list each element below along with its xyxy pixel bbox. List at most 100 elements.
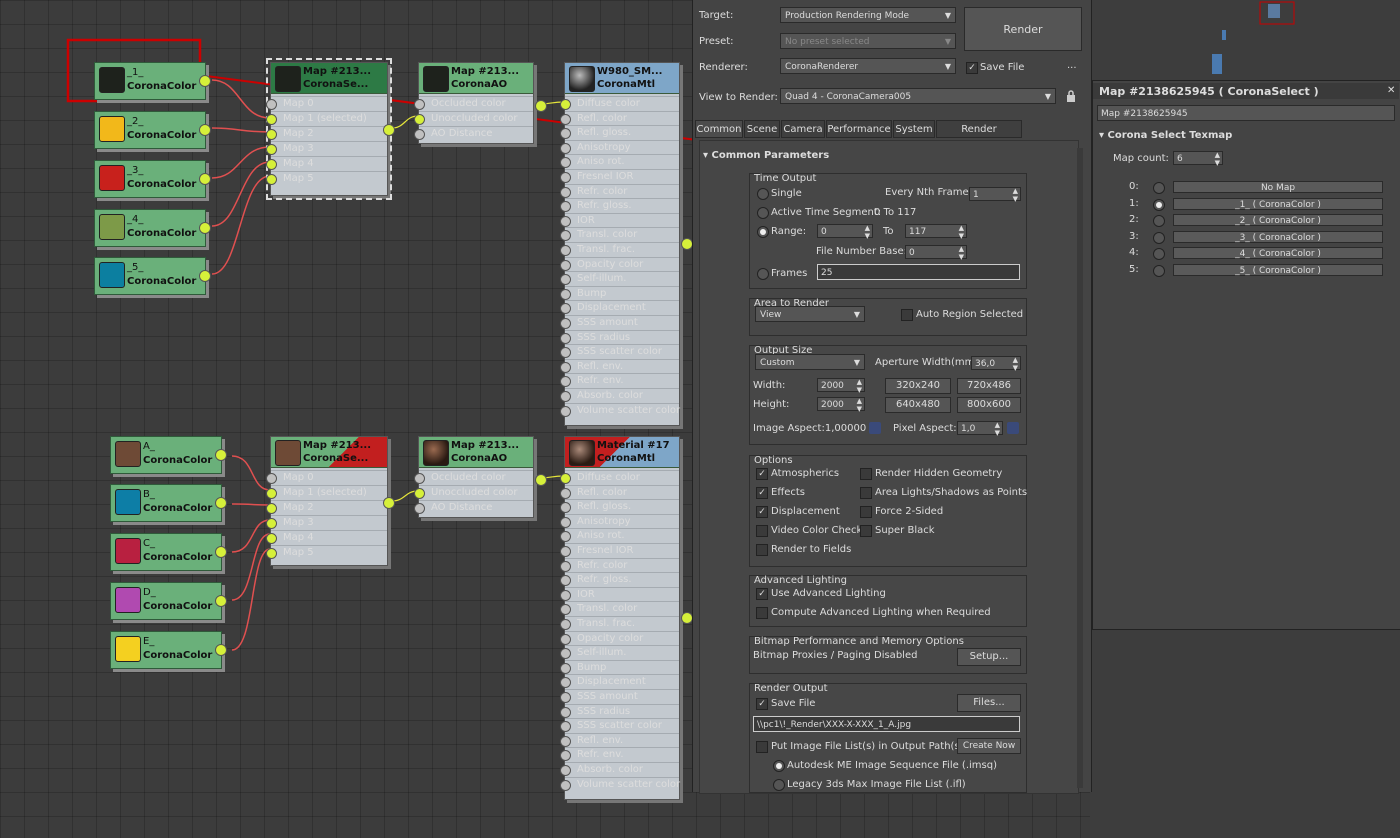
material-slot[interactable]: Absorb. color <box>560 762 679 777</box>
frames-radio[interactable] <box>757 268 769 280</box>
output-socket[interactable] <box>199 222 211 234</box>
input-socket[interactable] <box>560 779 571 791</box>
map-slot-button[interactable]: No Map <box>1173 181 1383 193</box>
slot-radio[interactable] <box>1153 264 1165 277</box>
material-slot[interactable]: SSS scatter color <box>560 718 679 733</box>
material-slot[interactable]: Displacement <box>560 300 679 315</box>
input-socket[interactable] <box>560 288 571 300</box>
material-slot[interactable]: Displacement <box>560 674 679 689</box>
map-slot[interactable]: Map 2 <box>266 500 387 515</box>
close-icon[interactable]: ✕ <box>1387 85 1395 96</box>
input-socket[interactable] <box>560 633 571 645</box>
every-nth-spinner[interactable]: 1 ▲ ▼ <box>969 187 1021 203</box>
output-socket[interactable] <box>199 124 211 136</box>
output-path-input[interactable]: \\pc1\!_Render\XXX-X-XXX_1_A.jpg <box>753 716 1020 732</box>
preset-800x600-button[interactable]: 800x600 <box>957 397 1021 413</box>
map-slot[interactable]: Map 3 <box>266 515 387 530</box>
tab-camera[interactable]: Camera <box>781 120 825 138</box>
input-socket[interactable] <box>560 201 571 213</box>
material-slot[interactable]: Bump <box>560 285 679 301</box>
map-slot-button[interactable]: _1_ ( CoronaColor ) <box>1173 197 1383 210</box>
map-slot-button[interactable]: _2_ ( CoronaColor ) <box>1173 214 1383 226</box>
renderer-dropdown[interactable]: CoronaRenderer ▼ <box>780 58 956 74</box>
input-socket[interactable] <box>560 172 571 183</box>
input-socket[interactable] <box>560 604 571 616</box>
slot-radio[interactable] <box>1153 182 1165 194</box>
output-socket[interactable] <box>215 595 227 607</box>
material-slot[interactable]: Refl. env. <box>560 732 679 748</box>
input-socket[interactable] <box>560 516 571 528</box>
single-radio[interactable] <box>757 188 769 200</box>
input-socket[interactable] <box>560 750 571 762</box>
output-socket[interactable] <box>535 474 547 486</box>
slot-radio[interactable] <box>1153 231 1165 244</box>
area-dropdown[interactable]: View ▼ <box>755 306 865 322</box>
ao-slot[interactable]: Unoccluded color <box>414 111 533 126</box>
material-slot[interactable]: SSS radius <box>560 703 679 719</box>
color-node-2[interactable]: _2_ CoronaColor <box>94 111 211 149</box>
input-socket[interactable] <box>560 215 571 227</box>
output-socket[interactable] <box>535 100 547 112</box>
output-socket[interactable] <box>215 449 227 461</box>
output-socket[interactable] <box>215 546 227 558</box>
render-button[interactable]: Render <box>964 7 1082 51</box>
slot-radio[interactable] <box>1153 215 1165 227</box>
file-number-base-spinner[interactable]: 0 ▲ ▼ <box>905 245 967 261</box>
node-header[interactable]: Map #213... CoronaAO <box>419 63 533 94</box>
output-socket[interactable] <box>199 270 211 282</box>
input-socket[interactable] <box>560 376 571 388</box>
scrollbar[interactable] <box>1077 148 1083 788</box>
ao-slot[interactable]: AO Distance <box>414 126 533 141</box>
range-from-spinner[interactable]: 0 ▲ ▼ <box>817 224 873 240</box>
slot-radio[interactable] <box>1153 248 1165 260</box>
output-socket[interactable] <box>383 497 395 509</box>
color-node-e[interactable]: E_ CoronaColor <box>110 631 227 669</box>
material-node-bottom[interactable]: Material #17 CoronaMtl Diffuse color Refl… <box>560 436 680 800</box>
material-slot[interactable]: Self-illum. <box>560 271 679 286</box>
rollout-title[interactable]: ▾ Corona Select Texmap <box>1099 130 1232 141</box>
video-color-check-checkbox[interactable] <box>756 525 768 537</box>
tab-render-elements[interactable]: Render Elements <box>936 120 1022 153</box>
map-slot[interactable]: Map 3 <box>266 141 387 156</box>
material-slot[interactable]: Diffuse color <box>560 96 679 111</box>
ao-slot[interactable]: Unoccluded color <box>414 485 533 500</box>
ifl-radio[interactable] <box>773 779 785 791</box>
input-socket[interactable] <box>560 502 571 514</box>
pixel-aspect-spinner[interactable]: 1,0 ▲ ▼ <box>957 421 1003 437</box>
material-slot[interactable]: Refr. env. <box>560 747 679 762</box>
preset-320x240-button[interactable]: 320x240 <box>885 378 951 394</box>
map-slot[interactable]: Map 4 <box>266 530 387 545</box>
material-slot[interactable]: Transl. color <box>560 601 679 616</box>
more-options-button[interactable]: ... <box>1067 60 1077 71</box>
material-slot[interactable]: Anisotropy <box>560 513 679 529</box>
put-image-list-checkbox[interactable] <box>756 741 768 753</box>
material-slot[interactable]: Refl. env. <box>560 358 679 374</box>
input-socket[interactable] <box>560 692 571 703</box>
input-socket[interactable] <box>560 473 571 484</box>
input-socket[interactable] <box>560 721 571 733</box>
map-count-spinner[interactable]: 6 ▲ ▼ <box>1173 151 1223 167</box>
output-size-dropdown[interactable]: Custom ▼ <box>755 354 865 370</box>
preset-dropdown[interactable]: No preset selected ▼ <box>780 33 956 49</box>
aspect-lock-icon[interactable] <box>869 422 881 434</box>
displacement-checkbox[interactable]: ✓ <box>756 506 768 518</box>
render-hidden-checkbox[interactable] <box>860 468 872 480</box>
node-header[interactable]: Map #213... CoronaSe... <box>271 437 387 468</box>
height-spinner[interactable]: 2000 ▲ ▼ <box>817 397 865 413</box>
select-node-top[interactable]: Map #213... CoronaSe... Map 0 Map 1 (sel… <box>266 58 395 200</box>
input-socket[interactable] <box>560 648 571 660</box>
setup-button[interactable]: Setup... <box>957 648 1021 666</box>
output-socket[interactable] <box>215 644 227 656</box>
input-socket[interactable] <box>560 531 571 543</box>
save-file-checkbox[interactable]: ✓ <box>966 62 978 74</box>
input-socket[interactable] <box>560 706 571 718</box>
output-socket[interactable] <box>199 173 211 185</box>
range-radio[interactable] <box>757 226 769 238</box>
map-name-field[interactable]: Map #2138625945 <box>1097 105 1395 121</box>
material-slot[interactable]: Aniso rot. <box>560 528 679 543</box>
node-header[interactable]: W980_SM... CoronaMtl <box>565 63 679 94</box>
input-socket[interactable] <box>560 318 571 329</box>
color-node-5[interactable]: _5_ CoronaColor <box>94 257 211 295</box>
input-socket[interactable] <box>560 589 571 601</box>
select-node-bottom[interactable]: Map #213... CoronaSe... Map 0 Map 1 (sel… <box>266 436 395 566</box>
